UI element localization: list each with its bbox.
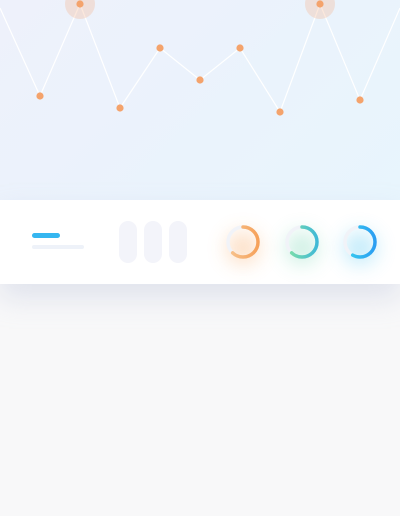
card-subtitle-placeholder bbox=[32, 245, 84, 249]
screen bbox=[0, 0, 400, 516]
data-point[interactable] bbox=[116, 104, 124, 112]
blue-progress-ring bbox=[340, 222, 380, 264]
summary-card[interactable] bbox=[0, 200, 400, 284]
bar-pill bbox=[119, 221, 137, 263]
data-point[interactable] bbox=[196, 76, 204, 84]
bar-pill bbox=[169, 221, 187, 263]
bar-pill bbox=[144, 221, 162, 263]
series-line bbox=[0, 2, 400, 114]
green-progress-ring bbox=[282, 222, 322, 264]
hero-line-chart bbox=[0, 0, 400, 116]
data-point[interactable] bbox=[356, 96, 364, 104]
data-point[interactable] bbox=[76, 0, 84, 8]
data-point[interactable] bbox=[316, 0, 324, 8]
card-title-placeholder bbox=[32, 233, 60, 238]
data-point[interactable] bbox=[156, 44, 164, 52]
hero-chart-panel bbox=[0, 0, 400, 200]
data-point[interactable] bbox=[36, 92, 44, 100]
orange-progress-ring bbox=[223, 222, 263, 264]
data-point[interactable] bbox=[276, 108, 284, 116]
data-point[interactable] bbox=[236, 44, 244, 52]
